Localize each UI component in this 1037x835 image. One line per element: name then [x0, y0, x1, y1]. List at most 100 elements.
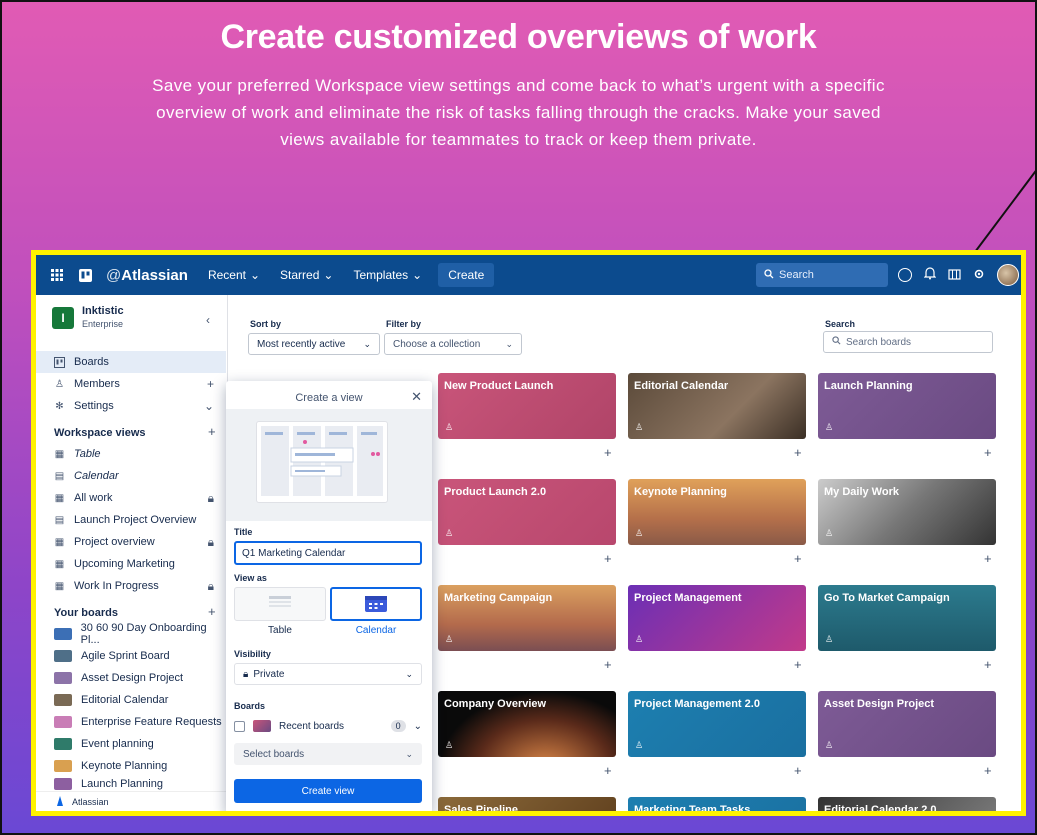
info-icon[interactable]: [898, 268, 912, 282]
sidebar-view-table[interactable]: ▦ Table: [36, 443, 226, 465]
sidebar-item-boards[interactable]: Boards: [36, 351, 226, 373]
sort-value: Most recently active: [257, 338, 346, 350]
recent-boards-row[interactable]: Recent boards 0 ⌄: [234, 715, 422, 737]
add-to-collection-icon[interactable]: +: [794, 657, 802, 672]
chevron-down-icon: ⌄: [363, 338, 371, 349]
sidebar-board[interactable]: Launch Planning: [36, 777, 226, 791]
nav-recent[interactable]: Recent ⌄: [208, 268, 260, 282]
view-as-calendar-option[interactable]: [330, 587, 422, 621]
sort-select[interactable]: Most recently active ⌄: [248, 333, 380, 355]
sidebar-item-label: Upcoming Marketing: [74, 558, 175, 570]
close-icon[interactable]: ✕: [411, 389, 422, 405]
visibility-select[interactable]: 🔒︎ Private ⌄: [234, 663, 422, 685]
atlassian-logo-icon: [54, 795, 66, 809]
board-card[interactable]: My Daily Work ♙: [818, 479, 996, 545]
brand[interactable]: @Atlassian: [106, 267, 188, 284]
add-to-collection-icon[interactable]: +: [604, 551, 612, 566]
sidebar-view-work-in-progress[interactable]: ▦ Work In Progress 🔒︎: [36, 575, 226, 597]
view-preview: [226, 409, 432, 521]
add-to-collection-icon[interactable]: +: [984, 551, 992, 566]
app-switcher-icon[interactable]: [50, 268, 64, 282]
sidebar-board[interactable]: Editorial Calendar: [36, 689, 226, 711]
sidebar-item-label: Work In Progress: [74, 580, 159, 592]
add-to-collection-icon[interactable]: +: [794, 551, 802, 566]
add-to-collection-icon[interactable]: +: [984, 445, 992, 460]
board-card[interactable]: Launch Planning ♙: [818, 373, 996, 439]
chevron-down-icon[interactable]: ⌄: [204, 399, 214, 413]
board-card-title: New Product Launch: [444, 380, 554, 392]
sidebar-view-launch-project-overview[interactable]: ▤ Launch Project Overview: [36, 509, 226, 531]
sidebar-board[interactable]: Keynote Planning: [36, 755, 226, 777]
board-card-title: Marketing Team Tasks: [634, 804, 751, 811]
sidebar-view-upcoming-marketing[interactable]: ▦ Upcoming Marketing: [36, 553, 226, 575]
board-card[interactable]: Company Overview ♙: [438, 691, 616, 757]
sidebar-item-settings[interactable]: ✻ Settings ⌄: [36, 395, 226, 417]
trello-logo-icon[interactable]: [78, 268, 92, 282]
nav-recent-label: Recent: [207, 268, 246, 282]
add-to-collection-icon[interactable]: +: [604, 445, 612, 460]
add-to-collection-icon[interactable]: +: [604, 657, 612, 672]
global-search-input[interactable]: Search: [756, 263, 888, 287]
nav-templates[interactable]: Templates ⌄: [353, 268, 422, 282]
add-to-collection-icon[interactable]: +: [794, 763, 802, 778]
board-card[interactable]: New Product Launch ♙: [438, 373, 616, 439]
board-card[interactable]: Project Management 2.0 ♙: [628, 691, 806, 757]
sidebar-view-project-overview[interactable]: ▦ Project overview 🔒︎: [36, 531, 226, 553]
collapse-sidebar-icon[interactable]: ‹: [206, 313, 210, 327]
sidebar-view-all-work[interactable]: ▦ All work 🔒︎: [36, 487, 226, 509]
board-card[interactable]: Editorial Calendar ♙: [628, 373, 806, 439]
gear-icon[interactable]: [973, 268, 985, 283]
add-to-collection-icon[interactable]: +: [984, 763, 992, 778]
board-card[interactable]: Sales Pipeline♙: [438, 797, 616, 811]
bell-icon[interactable]: [923, 267, 937, 283]
sidebar-board[interactable]: Agile Sprint Board: [36, 645, 226, 667]
board-thumbnail: [54, 672, 72, 684]
create-button[interactable]: Create: [438, 263, 495, 287]
search-boards-input[interactable]: Search boards: [823, 331, 993, 353]
sidebar-view-calendar[interactable]: ▤ Calendar: [36, 465, 226, 487]
view-as-table-option[interactable]: [234, 587, 326, 621]
create-view-dialog: Create a view ✕ Title Q1 Marketing Calen…: [226, 381, 432, 811]
table-icon: [269, 595, 291, 613]
chevron-down-icon[interactable]: ⌄: [414, 721, 422, 732]
add-to-collection-icon[interactable]: +: [984, 657, 992, 672]
sidebar-item-label: Settings: [74, 400, 114, 412]
board-card-title: Company Overview: [444, 698, 547, 710]
user-avatar[interactable]: [997, 264, 1019, 286]
board-view-icon[interactable]: [948, 268, 961, 283]
board-card[interactable]: Product Launch 2.0 ♙: [438, 479, 616, 545]
nav-starred[interactable]: Starred ⌄: [280, 268, 333, 282]
create-view-button[interactable]: Create view: [234, 779, 422, 803]
view-as-calendar-label: Calendar: [355, 625, 397, 636]
view-title-input[interactable]: Q1 Marketing Calendar: [234, 541, 422, 565]
sidebar-item-label: Table: [74, 448, 101, 460]
add-view-icon[interactable]: +: [208, 424, 216, 439]
sidebar-board[interactable]: Enterprise Feature Requests: [36, 711, 226, 733]
chevron-down-icon: ⌄: [249, 268, 261, 282]
add-board-icon[interactable]: +: [208, 604, 216, 619]
add-to-collection-icon[interactable]: +: [604, 763, 612, 778]
sort-label: Sort by: [250, 319, 282, 329]
global-search-placeholder: Search: [779, 269, 814, 281]
board-card[interactable]: Marketing Team Tasks♙: [628, 797, 806, 811]
board-card[interactable]: Go To Market Campaign ♙: [818, 585, 996, 651]
filter-select[interactable]: Choose a collection ⌄: [384, 333, 522, 355]
board-card[interactable]: Keynote Planning ♙: [628, 479, 806, 545]
add-member-icon[interactable]: +: [207, 377, 214, 391]
calendar-icon: [365, 594, 387, 615]
board-card[interactable]: Marketing Campaign ♙: [438, 585, 616, 651]
sidebar-board[interactable]: 30 60 90 Day Onboarding Pl...: [36, 622, 226, 646]
board-card[interactable]: Project Management ♙: [628, 585, 806, 651]
members-icon: ♙: [445, 422, 454, 432]
sidebar-board[interactable]: Event planning: [36, 733, 226, 755]
recent-boards-checkbox[interactable]: [234, 720, 245, 732]
nav-starred-label: Starred: [280, 268, 320, 282]
add-to-collection-icon[interactable]: +: [794, 445, 802, 460]
board-card[interactable]: Editorial Calendar 2.0♙: [818, 797, 996, 811]
sidebar-item-members[interactable]: ♙ Members +: [36, 373, 226, 395]
board-card[interactable]: Asset Design Project ♙: [818, 691, 996, 757]
lock-icon: 🔒︎: [243, 668, 249, 680]
sidebar-board[interactable]: Asset Design Project: [36, 667, 226, 689]
select-boards-dropdown[interactable]: Select boards ⌄: [234, 743, 422, 765]
workspace-header[interactable]: I Inktistic Enterprise: [52, 305, 124, 329]
